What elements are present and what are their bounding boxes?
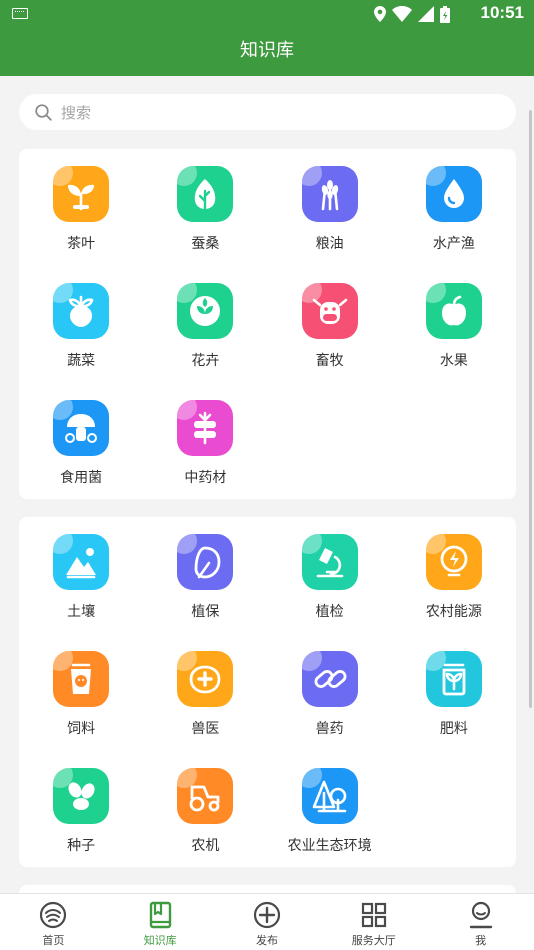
category-label: 农机	[191, 838, 220, 854]
mulberry-leaf-icon	[177, 166, 234, 222]
category-label: 植保	[191, 604, 220, 620]
category-item[interactable]: 饲料	[19, 651, 143, 768]
category-item[interactable]: 农机	[143, 768, 267, 885]
category-card-primary: 茶叶 蚕桑 粮油 水产渔蔬菜 花卉 畜牧 水果食用菌 中药材	[19, 149, 516, 499]
location-icon	[374, 6, 386, 22]
soil-mountain-icon	[53, 534, 110, 590]
tab-label: 知识库	[143, 934, 177, 947]
category-item[interactable]: 肥料	[392, 651, 516, 768]
category-item[interactable]: 水果	[392, 283, 516, 400]
pill-icon	[301, 651, 358, 707]
category-label: 水果	[439, 353, 468, 369]
category-grid-primary: 茶叶 蚕桑 粮油 水产渔蔬菜 花卉 畜牧 水果食用菌 中药材	[19, 166, 516, 517]
tab-book[interactable]: 知识库	[107, 894, 214, 950]
category-item[interactable]: 兽医	[143, 651, 267, 768]
herb-bundle-icon	[177, 400, 234, 456]
tab-home[interactable]: 首页	[0, 894, 107, 950]
category-item[interactable]: 中药材	[143, 400, 267, 517]
radish-icon	[53, 283, 110, 339]
category-label: 粮油	[315, 236, 344, 252]
microscope-icon	[301, 534, 358, 590]
category-label: 兽药	[315, 721, 344, 737]
category-grid-secondary: 土壤 植保 植检 农村能源饲料 兽医 兽药 肥料种子 农机 农业生态环境	[19, 534, 516, 885]
category-label: 蚕桑	[191, 236, 220, 252]
category-label: 土壤	[67, 604, 96, 620]
app-bar: 知识库	[0, 28, 534, 76]
category-item[interactable]: 植保	[143, 534, 267, 651]
feed-sack-icon	[53, 651, 110, 707]
category-label: 种子	[67, 838, 96, 854]
category-label: 肥料	[439, 721, 468, 737]
tab-label: 首页	[42, 934, 65, 947]
fertilizer-bag-icon	[425, 651, 482, 707]
tea-sprout-icon	[53, 166, 110, 222]
category-item[interactable]: 蔬菜	[19, 283, 143, 400]
tab-label: 服务大厅	[351, 934, 396, 947]
category-label: 食用菌	[60, 470, 103, 486]
search-bar[interactable]: 搜索	[19, 94, 516, 130]
category-item[interactable]: 农业生态环境	[268, 768, 392, 885]
vet-pig-icon	[177, 651, 234, 707]
category-item[interactable]: 兽药	[268, 651, 392, 768]
signal-icon	[418, 6, 434, 22]
category-item[interactable]: 茶叶	[19, 166, 143, 283]
category-item[interactable]: 畜牧	[268, 283, 392, 400]
search-icon	[35, 103, 52, 121]
category-label: 农村能源	[425, 604, 482, 620]
tab-label: 我	[475, 934, 487, 947]
category-label: 兽医	[191, 721, 220, 737]
category-item[interactable]: 植检	[268, 534, 392, 651]
book-icon	[149, 901, 172, 929]
category-card-secondary: 土壤 植保 植检 农村能源饲料 兽医 兽药 肥料种子 农机 农业生态环境	[19, 517, 516, 867]
status-bar: 10:51	[0, 0, 534, 28]
category-item[interactable]: 蚕桑	[143, 166, 267, 283]
search-input[interactable]: 搜索	[61, 102, 91, 123]
category-item[interactable]: 种子	[19, 768, 143, 885]
tab-label: 发布	[255, 934, 278, 947]
grid-icon	[361, 902, 386, 928]
category-label: 植检	[315, 604, 344, 620]
category-item[interactable]: 土壤	[19, 534, 143, 651]
water-drop-icon	[425, 166, 482, 222]
plus-circle-icon	[253, 901, 281, 929]
category-item[interactable]: 农村能源	[392, 534, 516, 651]
energy-bulb-icon	[425, 534, 482, 590]
wifi-icon	[392, 6, 412, 22]
tractor-icon	[177, 768, 234, 824]
keyboard-icon	[12, 8, 28, 19]
eco-tree-icon	[301, 768, 358, 824]
tab-plus-circle[interactable]: 发布	[214, 894, 321, 950]
category-label: 饲料	[67, 721, 96, 737]
scrollbar[interactable]	[529, 110, 532, 708]
user-icon	[469, 901, 492, 929]
status-time: 10:51	[480, 3, 524, 22]
seeds-icon	[53, 768, 110, 824]
category-label: 茶叶	[67, 236, 96, 252]
mushroom-icon	[53, 400, 110, 456]
category-item[interactable]: 水产渔	[392, 166, 516, 283]
category-item[interactable]: 粮油	[268, 166, 392, 283]
cow-icon	[301, 283, 358, 339]
category-label: 花卉	[191, 353, 220, 369]
category-label: 农业生态环境	[287, 838, 372, 854]
tab-grid[interactable]: 服务大厅	[320, 894, 427, 950]
flower-icon	[177, 283, 234, 339]
category-item[interactable]: 食用菌	[19, 400, 143, 517]
apple-icon	[425, 283, 482, 339]
battery-icon	[440, 5, 450, 23]
category-label: 水产渔	[432, 236, 475, 252]
wheat-icon	[301, 166, 358, 222]
bottom-tab-bar: 首页 知识库 发布 服务大厅 我	[0, 893, 534, 950]
category-item[interactable]: 花卉	[143, 283, 267, 400]
leaf-shield-icon	[177, 534, 234, 590]
page-title: 知识库	[240, 40, 294, 61]
category-label: 畜牧	[315, 353, 344, 369]
category-label: 中药材	[184, 470, 227, 486]
tab-user[interactable]: 我	[427, 894, 534, 950]
home-icon	[40, 901, 67, 929]
category-label: 蔬菜	[67, 353, 96, 369]
